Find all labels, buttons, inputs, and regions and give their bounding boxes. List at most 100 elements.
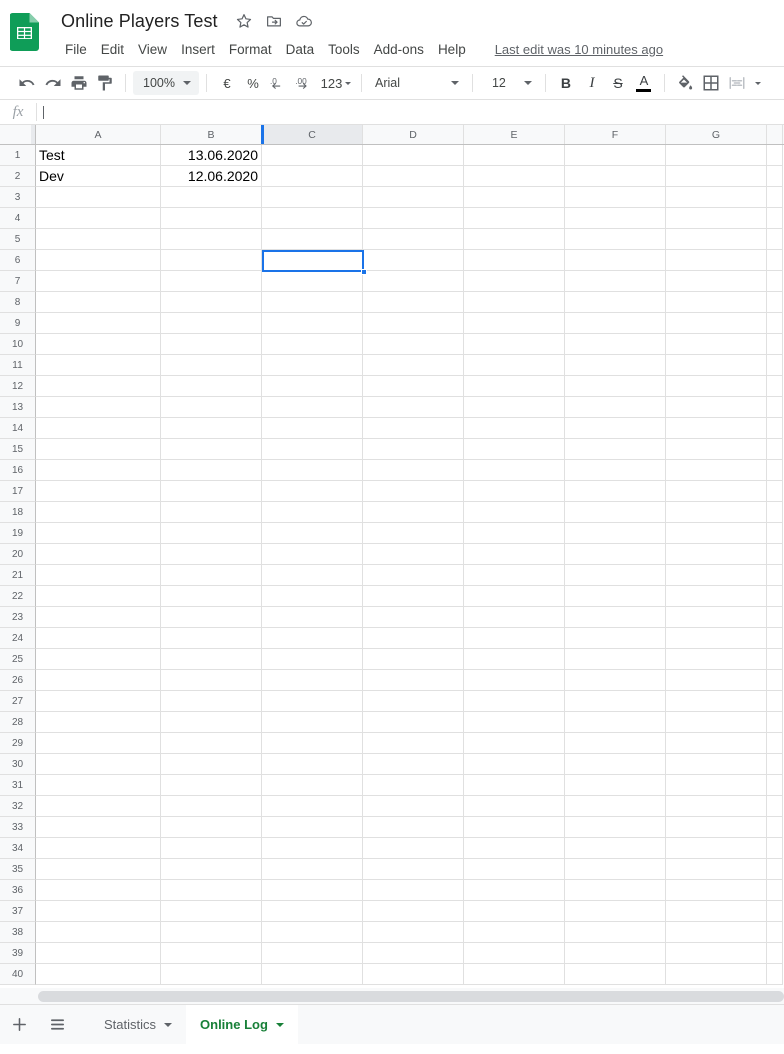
row-header-23[interactable]: 23 <box>0 607 36 628</box>
cell-C10[interactable] <box>262 334 363 355</box>
cell-x38[interactable] <box>767 922 783 943</box>
cell-F24[interactable] <box>565 628 666 649</box>
cell-A26[interactable] <box>36 670 161 691</box>
cell-C25[interactable] <box>262 649 363 670</box>
cell-A8[interactable] <box>36 292 161 313</box>
cell-E8[interactable] <box>464 292 565 313</box>
cell-A13[interactable] <box>36 397 161 418</box>
cell-E21[interactable] <box>464 565 565 586</box>
cell-E33[interactable] <box>464 817 565 838</box>
chevron-down-icon[interactable] <box>164 1023 172 1027</box>
cell-E37[interactable] <box>464 901 565 922</box>
row-header-28[interactable]: 28 <box>0 712 36 733</box>
cell-E2[interactable] <box>464 166 565 187</box>
font-family-select[interactable]: Arial <box>369 71 465 95</box>
strikethrough-button[interactable]: S <box>605 70 631 96</box>
cell-B36[interactable] <box>161 880 262 901</box>
cell-x11[interactable] <box>767 355 783 376</box>
cell-D16[interactable] <box>363 460 464 481</box>
cell-D34[interactable] <box>363 838 464 859</box>
sheet-tab-statistics[interactable]: Statistics <box>90 1005 186 1044</box>
cell-F30[interactable] <box>565 754 666 775</box>
cell-B29[interactable] <box>161 733 262 754</box>
row-header-25[interactable]: 25 <box>0 649 36 670</box>
cell-G29[interactable] <box>666 733 767 754</box>
cell-D1[interactable] <box>363 145 464 166</box>
row-header-17[interactable]: 17 <box>0 481 36 502</box>
row-header-1[interactable]: 1 <box>0 145 36 166</box>
cell-A25[interactable] <box>36 649 161 670</box>
cell-E38[interactable] <box>464 922 565 943</box>
cell-A4[interactable] <box>36 208 161 229</box>
menu-file[interactable]: File <box>58 40 94 59</box>
cell-G27[interactable] <box>666 691 767 712</box>
row-header-32[interactable]: 32 <box>0 796 36 817</box>
cell-x33[interactable] <box>767 817 783 838</box>
cell-E28[interactable] <box>464 712 565 733</box>
row-header-24[interactable]: 24 <box>0 628 36 649</box>
cell-E20[interactable] <box>464 544 565 565</box>
row-header-22[interactable]: 22 <box>0 586 36 607</box>
cell-A32[interactable] <box>36 796 161 817</box>
cell-D33[interactable] <box>363 817 464 838</box>
select-all-corner[interactable] <box>0 125 36 144</box>
row-header-3[interactable]: 3 <box>0 187 36 208</box>
cell-B16[interactable] <box>161 460 262 481</box>
cell-G26[interactable] <box>666 670 767 691</box>
column-header-e[interactable]: E <box>464 125 565 144</box>
cell-E15[interactable] <box>464 439 565 460</box>
cell-D32[interactable] <box>363 796 464 817</box>
menu-view[interactable]: View <box>131 40 174 59</box>
cell-x10[interactable] <box>767 334 783 355</box>
cell-G19[interactable] <box>666 523 767 544</box>
menu-addons[interactable]: Add-ons <box>367 40 431 59</box>
cell-A30[interactable] <box>36 754 161 775</box>
cell-A14[interactable] <box>36 418 161 439</box>
cell-B28[interactable] <box>161 712 262 733</box>
cell-C4[interactable] <box>262 208 363 229</box>
horizontal-scrollbar-thumb[interactable] <box>38 991 784 1002</box>
cell-D25[interactable] <box>363 649 464 670</box>
cell-G13[interactable] <box>666 397 767 418</box>
cell-D14[interactable] <box>363 418 464 439</box>
cell-G34[interactable] <box>666 838 767 859</box>
cell-E34[interactable] <box>464 838 565 859</box>
cell-B12[interactable] <box>161 376 262 397</box>
paint-format-button[interactable] <box>92 70 118 96</box>
menu-help[interactable]: Help <box>431 40 473 59</box>
cell-C32[interactable] <box>262 796 363 817</box>
cell-A12[interactable] <box>36 376 161 397</box>
cell-E32[interactable] <box>464 796 565 817</box>
cell-B14[interactable] <box>161 418 262 439</box>
cell-C19[interactable] <box>262 523 363 544</box>
row-header-10[interactable]: 10 <box>0 334 36 355</box>
column-header-filler[interactable] <box>767 125 783 144</box>
font-size-select[interactable]: 12 <box>480 71 538 95</box>
cell-D4[interactable] <box>363 208 464 229</box>
cell-x2[interactable] <box>767 166 783 187</box>
cell-x4[interactable] <box>767 208 783 229</box>
cell-A11[interactable] <box>36 355 161 376</box>
menu-edit[interactable]: Edit <box>94 40 131 59</box>
cell-D29[interactable] <box>363 733 464 754</box>
cell-C33[interactable] <box>262 817 363 838</box>
cell-E12[interactable] <box>464 376 565 397</box>
cell-x39[interactable] <box>767 943 783 964</box>
cell-B15[interactable] <box>161 439 262 460</box>
row-header-15[interactable]: 15 <box>0 439 36 460</box>
cell-F39[interactable] <box>565 943 666 964</box>
cell-F1[interactable] <box>565 145 666 166</box>
row-header-7[interactable]: 7 <box>0 271 36 292</box>
cell-D27[interactable] <box>363 691 464 712</box>
cell-x16[interactable] <box>767 460 783 481</box>
cell-C8[interactable] <box>262 292 363 313</box>
cell-C3[interactable] <box>262 187 363 208</box>
cell-D7[interactable] <box>363 271 464 292</box>
currency-format-button[interactable]: € <box>214 70 240 96</box>
cell-A20[interactable] <box>36 544 161 565</box>
cell-D35[interactable] <box>363 859 464 880</box>
merge-cells-button[interactable] <box>724 70 750 96</box>
cell-B8[interactable] <box>161 292 262 313</box>
row-header-38[interactable]: 38 <box>0 922 36 943</box>
cell-C40[interactable] <box>262 964 363 985</box>
